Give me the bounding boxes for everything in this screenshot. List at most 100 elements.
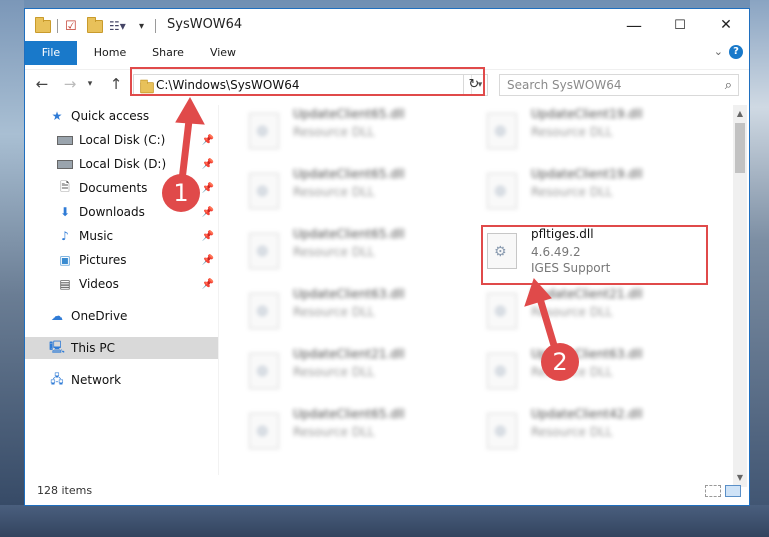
desktop-background-left: [0, 0, 24, 537]
forward-button[interactable]: →: [59, 73, 81, 95]
sidebar-item-local-disk-c[interactable]: Local Disk (C:) 📌: [25, 129, 218, 151]
up-button[interactable]: ↑: [105, 73, 127, 95]
scroll-up-icon[interactable]: ▲: [733, 107, 747, 121]
download-icon: ⬇: [59, 205, 71, 219]
title-separator: [155, 19, 156, 33]
file-name: UpdateClient19.dll: [531, 167, 643, 181]
pin-icon[interactable]: 📌: [202, 135, 214, 146]
large-icons-view-icon[interactable]: [725, 485, 741, 497]
file-item[interactable]: UpdateClient21.dll Resource DLL: [247, 345, 467, 395]
file-highlight-box: [481, 225, 708, 285]
window-title: SysWOW64: [167, 17, 243, 32]
dll-file-icon: [487, 173, 517, 209]
tab-view[interactable]: View: [201, 41, 245, 65]
sidebar-item-videos[interactable]: ▤ Videos 📌: [25, 273, 218, 295]
callout-step-2: 2: [541, 343, 579, 381]
dll-file-icon: [487, 413, 517, 449]
pin-icon[interactable]: 📌: [202, 255, 214, 266]
file-name: UpdateClient65.dll: [293, 407, 405, 421]
pin-icon[interactable]: 📌: [202, 231, 214, 242]
item-count: 128 items: [37, 484, 93, 497]
drive-icon: [57, 157, 73, 171]
dll-file-icon: [487, 113, 517, 149]
dll-file-icon: [249, 113, 279, 149]
properties-icon[interactable]: ☑: [65, 17, 77, 35]
file-description: Resource DLL: [293, 185, 375, 199]
file-item[interactable]: UpdateClient65.dll Resource DLL: [247, 105, 467, 155]
sidebar-item-label: Local Disk (C:): [79, 133, 166, 147]
sidebar-item-label: Videos: [79, 277, 119, 291]
sidebar-item-onedrive[interactable]: ☁ OneDrive: [25, 305, 218, 327]
sidebar-item-music[interactable]: ♪ Music 📌: [25, 225, 218, 247]
pin-icon[interactable]: 📌: [202, 207, 214, 218]
new-folder-icon[interactable]: [87, 16, 103, 35]
file-description: Resource DLL: [293, 125, 375, 139]
file-name: UpdateClient65.dll: [293, 167, 405, 181]
dll-file-icon: [249, 173, 279, 209]
star-icon: ★: [51, 109, 63, 123]
file-item[interactable]: UpdateClient65.dll Resource DLL: [247, 165, 467, 215]
sidebar-item-quick-access[interactable]: ★ Quick access: [25, 105, 218, 127]
ribbon-tabs: File Home Share View ⌄ ?: [25, 41, 749, 65]
help-button[interactable]: ?: [729, 45, 743, 59]
file-item[interactable]: UpdateClient65.dll Resource DLL: [247, 225, 467, 275]
folder-icon: [35, 16, 51, 35]
recent-locations-button[interactable]: ▾: [83, 73, 97, 95]
file-item[interactable]: UpdateClient63.dll Resource DLL: [247, 285, 467, 335]
file-description: Resource DLL: [531, 425, 613, 439]
minimize-button[interactable]: —: [611, 9, 657, 41]
tab-file[interactable]: File: [25, 41, 77, 65]
close-button[interactable]: ✕: [703, 9, 749, 41]
file-name: UpdateClient63.dll: [293, 287, 405, 301]
file-description: Resource DLL: [293, 305, 375, 319]
sidebar-item-label: Documents: [79, 181, 148, 195]
desktop-background-bottom: [0, 505, 769, 537]
search-placeholder: Search SysWOW64: [507, 78, 622, 92]
sidebar-item-label: Music: [79, 229, 114, 243]
vertical-scrollbar[interactable]: ▲ ▼: [733, 105, 747, 487]
file-name: UpdateClient21.dll: [531, 287, 643, 301]
back-button[interactable]: ←: [31, 73, 53, 95]
scroll-thumb[interactable]: [735, 123, 745, 173]
file-item[interactable]: UpdateClient42.dll Resource DLL: [485, 405, 705, 455]
maximize-button[interactable]: ☐: [657, 9, 703, 41]
sidebar-item-label: OneDrive: [71, 309, 128, 323]
dll-file-icon: [487, 353, 517, 389]
file-name: UpdateClient19.dll: [531, 107, 643, 121]
address-highlight-box: [130, 67, 485, 96]
search-icon: ⌕: [724, 78, 732, 93]
customize-toolbar-icon[interactable]: ☷▾: [109, 17, 126, 35]
file-name: UpdateClient21.dll: [293, 347, 405, 361]
pin-icon[interactable]: 📌: [202, 279, 214, 290]
file-item[interactable]: UpdateClient63.dll Resource DLL: [485, 345, 705, 395]
title-separator: [57, 19, 58, 33]
sidebar-item-network[interactable]: 🖧 Network: [25, 369, 218, 391]
pin-icon[interactable]: 📌: [202, 159, 214, 170]
file-name: UpdateClient65.dll: [293, 227, 405, 241]
file-name: UpdateClient42.dll: [531, 407, 643, 421]
title-bar: ☑ ☷▾ ▾ SysWOW64 — ☐ ✕: [25, 9, 749, 41]
tab-home[interactable]: Home: [85, 41, 135, 65]
file-item[interactable]: UpdateClient21.dll Resource DLL: [485, 285, 705, 335]
search-input[interactable]: Search SysWOW64 ⌕: [499, 74, 739, 96]
callout-step-1: 1: [162, 174, 200, 212]
tab-share[interactable]: Share: [143, 41, 193, 65]
details-view-icon[interactable]: [705, 485, 721, 497]
dll-file-icon: [249, 413, 279, 449]
file-item[interactable]: UpdateClient19.dll Resource DLL: [485, 105, 705, 155]
desktop-background-right: [750, 0, 769, 537]
toolbar-dropdown-icon[interactable]: ▾: [139, 17, 144, 35]
dll-file-icon: [249, 353, 279, 389]
network-icon: 🖧: [50, 371, 64, 386]
cloud-icon: ☁: [51, 309, 63, 323]
pin-icon[interactable]: 📌: [202, 183, 214, 194]
file-item[interactable]: UpdateClient65.dll Resource DLL: [247, 405, 467, 455]
expand-ribbon-icon[interactable]: ⌄: [714, 45, 723, 58]
sidebar-item-label: Network: [71, 373, 122, 387]
sidebar-item-pictures[interactable]: ▣ Pictures 📌: [25, 249, 218, 271]
file-item[interactable]: UpdateClient19.dll Resource DLL: [485, 165, 705, 215]
pane-divider[interactable]: [218, 105, 219, 475]
sidebar-item-this-pc[interactable]: 🖳 This PC: [25, 337, 218, 359]
file-list: UpdateClient65.dll Resource DLL UpdateCl…: [235, 105, 725, 475]
sidebar-item-local-disk-d[interactable]: Local Disk (D:) 📌: [25, 153, 218, 175]
